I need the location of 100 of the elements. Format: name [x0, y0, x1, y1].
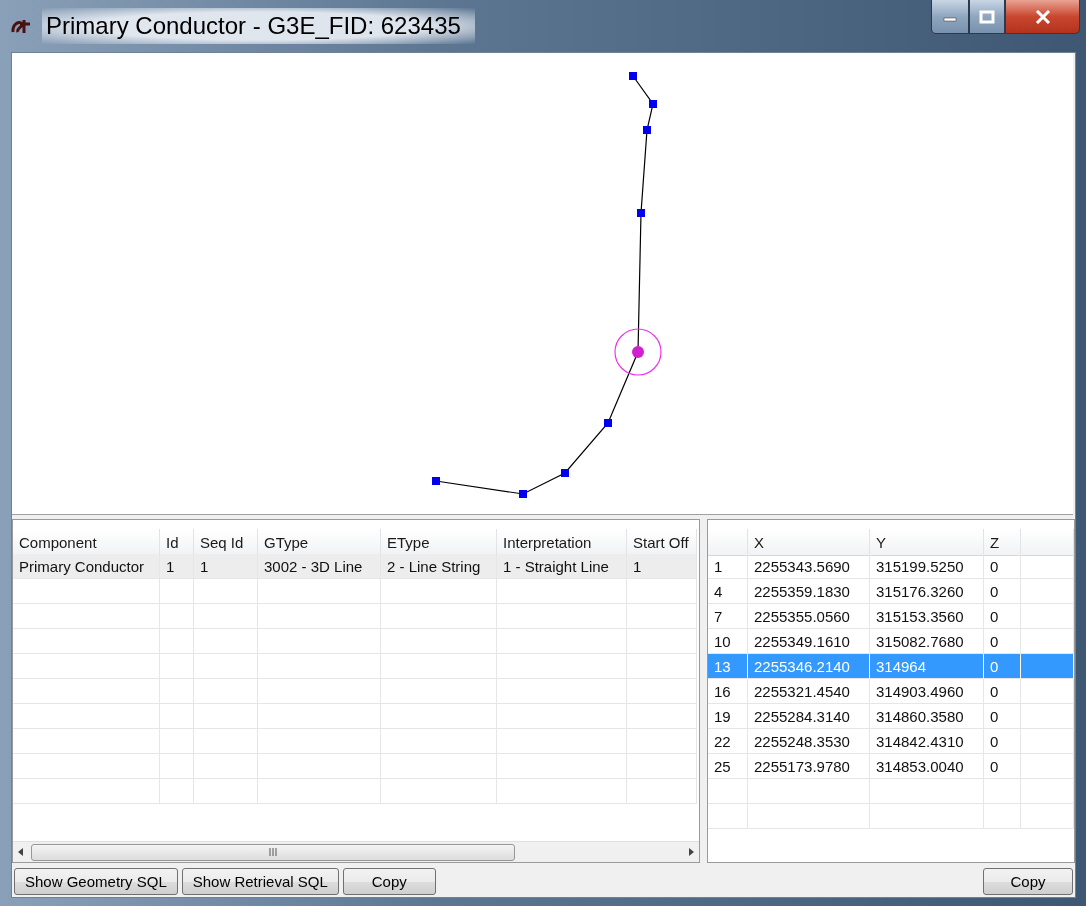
toolbar-button[interactable]: Copy — [342, 867, 436, 895]
table-cell: 25 — [708, 754, 748, 779]
vertex-marker — [604, 419, 612, 427]
table-cell: 2255355.0560 — [748, 604, 870, 629]
empty-cell — [984, 804, 1021, 829]
empty-cell — [194, 579, 258, 604]
empty-cell — [160, 754, 194, 779]
empty-cell — [708, 779, 748, 804]
table-cell: 2255359.1830 — [748, 579, 870, 604]
maximize-button[interactable] — [969, 0, 1005, 34]
empty-cell — [627, 579, 697, 604]
empty-cell — [984, 779, 1021, 804]
empty-cell — [627, 779, 697, 804]
table-cell: 0 — [984, 604, 1021, 629]
empty-cell — [194, 729, 258, 754]
column-header[interactable]: X — [748, 529, 870, 556]
minimize-button[interactable] — [931, 0, 969, 34]
table-cell: 1 — [160, 554, 194, 579]
table-cell: 16 — [708, 679, 748, 704]
table-cell: 13 — [708, 654, 748, 679]
table-cell: 314903.4960 — [870, 679, 984, 704]
table-cell: 0 — [984, 729, 1021, 754]
table-cell: 19 — [708, 704, 748, 729]
vertex-marker — [629, 72, 637, 80]
table-cell: 0 — [984, 554, 1021, 579]
table-cell: Primary Conductor — [13, 554, 160, 579]
column-header[interactable]: Z — [984, 529, 1021, 556]
table-cell: 315199.5250 — [870, 554, 984, 579]
column-header[interactable]: Seq Id — [194, 529, 258, 556]
scroll-left-icon[interactable] — [17, 847, 25, 857]
column-header[interactable]: Id — [160, 529, 194, 556]
table-cell: 2255173.9780 — [748, 754, 870, 779]
vertex-marker — [649, 100, 657, 108]
copy-button[interactable]: Copy — [983, 867, 1073, 895]
empty-cell — [627, 729, 697, 754]
empty-cell — [627, 604, 697, 629]
table-cell: 0 — [984, 579, 1021, 604]
empty-cell — [160, 654, 194, 679]
table-cell: 1 — [627, 554, 697, 579]
vertex-marker — [637, 209, 645, 217]
table-cell: 314860.3580 — [870, 704, 984, 729]
empty-cell — [194, 654, 258, 679]
table-cell: 314964 — [870, 654, 984, 679]
table-cell: 7 — [708, 604, 748, 629]
column-header[interactable]: EType — [381, 529, 497, 556]
empty-cell — [160, 629, 194, 654]
table-cell: 314842.4310 — [870, 729, 984, 754]
column-header[interactable]: Start Off — [627, 529, 697, 556]
column-header[interactable]: GType — [258, 529, 381, 556]
empty-cell — [627, 629, 697, 654]
empty-cell — [194, 779, 258, 804]
window-title: Primary Conductor - G3E_FID: 623435 — [42, 8, 475, 44]
scroll-right-icon[interactable] — [687, 847, 695, 857]
empty-cell — [194, 604, 258, 629]
table-cell: 22 — [708, 729, 748, 754]
table-cell: 0 — [984, 679, 1021, 704]
toolbar-button[interactable]: Show Geometry SQL — [14, 867, 178, 895]
empty-cell — [194, 679, 258, 704]
empty-cell — [160, 704, 194, 729]
table-cell: 2255284.3140 — [748, 704, 870, 729]
close-button[interactable] — [1005, 0, 1080, 34]
table-cell: 3002 - 3D Line — [258, 554, 381, 579]
table-cell: 1 — [194, 554, 258, 579]
empty-cell — [627, 679, 697, 704]
empty-cell — [627, 654, 697, 679]
column-header[interactable]: Interpretation — [497, 529, 627, 556]
vertex-marker — [561, 469, 569, 477]
table-cell: 0 — [984, 704, 1021, 729]
table-cell: 0 — [984, 654, 1021, 679]
column-header[interactable]: Component — [13, 529, 160, 556]
empty-cell — [194, 704, 258, 729]
table-cell: 315153.3560 — [870, 604, 984, 629]
maximize-icon — [979, 9, 995, 24]
table-cell: 2255248.3530 — [748, 729, 870, 754]
empty-cell — [160, 729, 194, 754]
table-cell: 1 — [708, 554, 748, 579]
table-cell: 2255321.4540 — [748, 679, 870, 704]
column-header[interactable]: Y — [870, 529, 984, 556]
close-icon — [1034, 9, 1051, 24]
empty-cell — [160, 579, 194, 604]
column-header — [708, 529, 748, 556]
column-header — [1021, 529, 1074, 556]
table-cell: 0 — [984, 754, 1021, 779]
vertex-marker — [432, 477, 440, 485]
empty-cell — [708, 804, 748, 829]
scrollbar-thumb[interactable] — [31, 843, 515, 861]
table-cell: 4 — [708, 579, 748, 604]
empty-cell — [194, 754, 258, 779]
table-cell: 2 - Line String — [381, 554, 497, 579]
empty-cell — [627, 704, 697, 729]
toolbar-button[interactable]: Show Retrieval SQL — [181, 867, 339, 895]
table-cell: 315176.3260 — [870, 579, 984, 604]
empty-cell — [194, 629, 258, 654]
table-cell: 1 - Straight Line — [497, 554, 627, 579]
vertex-marker — [519, 490, 527, 498]
table-cell: 314853.0040 — [870, 754, 984, 779]
horizontal-scrollbar[interactable] — [13, 841, 699, 862]
table-cell: 2255343.5690 — [748, 554, 870, 579]
empty-cell — [160, 604, 194, 629]
table-cell: 2255346.2140 — [748, 654, 870, 679]
